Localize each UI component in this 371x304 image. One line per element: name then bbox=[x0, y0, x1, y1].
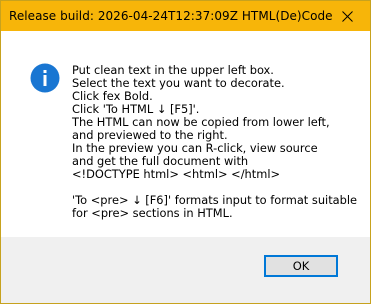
title-bar[interactable]: Release build: 2026-04-24T12:37:09Z HTML… bbox=[1, 1, 370, 31]
info-icon bbox=[30, 63, 60, 93]
window-title: Release build: 2026-04-24T12:37:09Z HTML… bbox=[9, 9, 333, 23]
button-bar: OK bbox=[1, 237, 370, 303]
message-dialog: Release build: 2026-04-24T12:37:09Z HTML… bbox=[0, 0, 371, 304]
ok-button[interactable]: OK bbox=[264, 255, 338, 277]
message-line: <!DOCTYPE html> <html> </html> bbox=[72, 167, 281, 181]
message-text: Put clean text in the upper left box. Sel… bbox=[72, 64, 362, 220]
close-icon bbox=[341, 10, 353, 22]
dialog-content: Put clean text in the upper left box. Sel… bbox=[1, 31, 370, 237]
close-button[interactable] bbox=[324, 1, 370, 31]
message-line: for <pre> sections in HTML. bbox=[72, 206, 233, 220]
